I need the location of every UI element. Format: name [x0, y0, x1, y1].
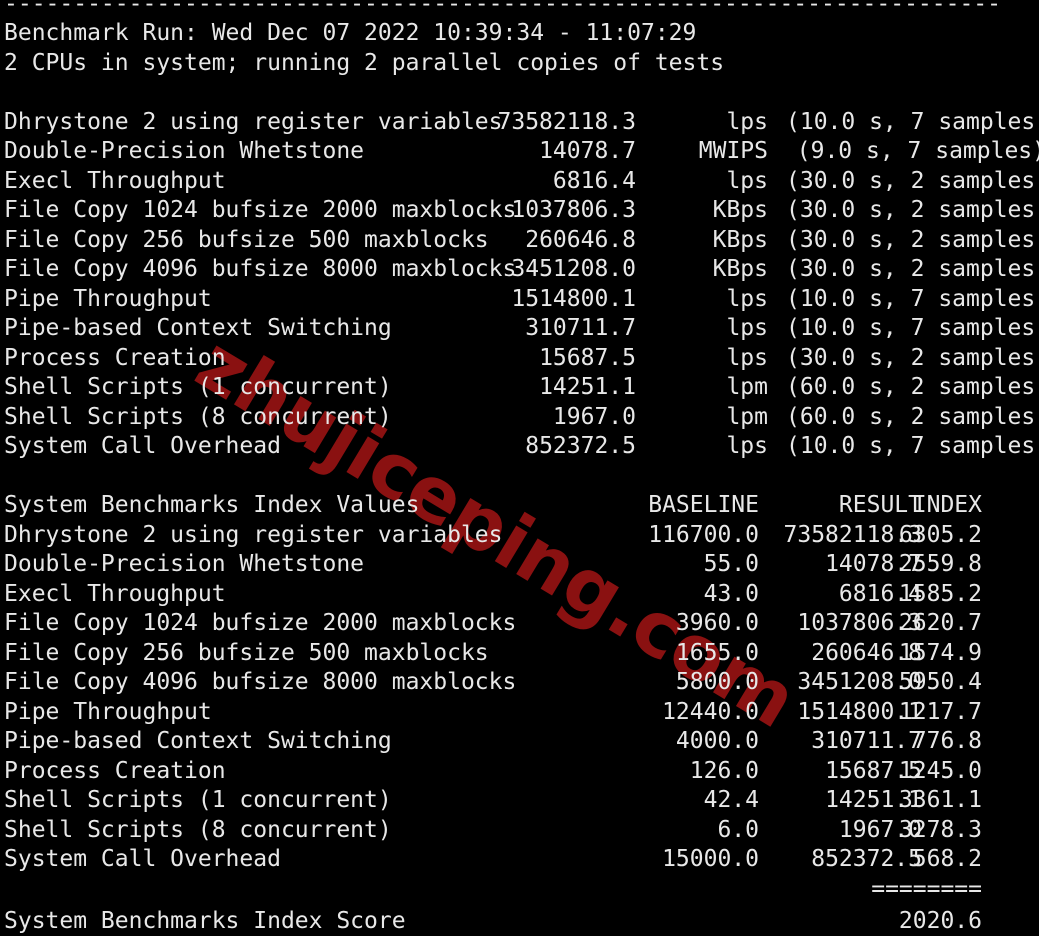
raw-result-samples: (30.0 s, 2 samples) [786, 226, 1039, 253]
raw-result-unit: lps [726, 344, 768, 371]
final-score-line: System Benchmarks Index Score 2020.6 [0, 907, 1039, 936]
raw-result-unit: lps [726, 167, 768, 194]
raw-result-value: 310711.7 [525, 315, 636, 341]
raw-result-samples: (9.0 s, 7 samples) [796, 138, 1039, 164]
raw-result-value: 260646.8 [525, 226, 636, 253]
raw-result-value: 1967.0 [552, 403, 636, 430]
index-row-index: 3361.1 [898, 787, 982, 813]
index-table-row: Process Creation 126.0 15687.5 1245.0 [0, 757, 1039, 787]
raw-result-unit: lpm [726, 403, 768, 430]
raw-result-samples: (30.0 s, 2 samples) [786, 197, 1039, 223]
raw-result-samples: (60.0 s, 2 samples) [786, 374, 1039, 400]
raw-result-value: 1514800.1 [511, 285, 636, 312]
index-table-row: File Copy 1024 bufsize 2000 maxblocks 396… [0, 609, 1039, 639]
raw-result-unit: KBps [712, 226, 768, 253]
cpu-count-line: 2 CPUs in system; running 2 parallel cop… [0, 49, 1039, 79]
raw-result-samples: (30.0 s, 2 samples) [786, 167, 1039, 194]
raw-result-samples: (10.0 s, 7 samples) [786, 315, 1039, 341]
raw-result-unit: lps [726, 285, 768, 312]
raw-result-row: Execl Throughput 6816.4 lps (30.0 s, 2 samp… [0, 167, 1039, 197]
terminal-output: ----------------------------------------… [0, 0, 1039, 934]
final-score-label: System Benchmarks Index Score [4, 907, 406, 934]
raw-result-value: 852372.5 [525, 433, 636, 459]
raw-result-row: Double-Precision Whetstone 14078.7 MWIPS (9… [0, 137, 1039, 167]
index-row-index: 1585.2 [898, 580, 982, 607]
raw-result-unit: lps [726, 108, 768, 135]
raw-result-row: File Copy 256 bufsize 500 maxblocks 26064… [0, 226, 1039, 256]
raw-result-samples: (60.0 s, 2 samples) [786, 403, 1039, 430]
index-row-index: 568.2 [912, 846, 982, 872]
benchmark-run-text: Benchmark Run: Wed Dec 07 2022 10:39:34 … [4, 20, 697, 46]
raw-result-unit: KBps [712, 197, 768, 223]
raw-result-value: 6816.4 [552, 167, 636, 194]
index-table-row: Pipe-based Context Switching 4000.0 310711… [0, 727, 1039, 757]
raw-result-samples: (10.0 s, 7 samples) [786, 285, 1039, 312]
raw-result-unit: MWIPS [698, 138, 768, 164]
index-row-label: Pipe Throughput [4, 698, 212, 725]
index-row-index: 2620.7 [898, 610, 982, 636]
index-row-label: Execl Throughput [4, 580, 226, 607]
raw-result-samples: (30.0 s, 2 samples) [786, 256, 1039, 282]
index-table-row: File Copy 4096 bufsize 8000 maxblocks 580… [0, 668, 1039, 698]
index-table-row: File Copy 256 bufsize 500 maxblocks 1655.… [0, 639, 1039, 669]
raw-result-value: 73582118.3 [497, 108, 636, 135]
index-table-row: Pipe Throughput 12440.0 1514800.1 1217.7 [0, 698, 1039, 728]
index-table-row: System Call Overhead 15000.0 852372.5 568.2 [0, 845, 1039, 875]
raw-result-row: Dhrystone 2 using register variables 7358… [0, 108, 1039, 138]
index-row-label: Process Creation [4, 757, 226, 784]
index-table-row: Dhrystone 2 using register variables 1167… [0, 521, 1039, 551]
raw-result-value: 1037806.3 [511, 197, 636, 223]
index-row-label: System Call Overhead [4, 846, 281, 872]
index-row-index: 3278.3 [898, 816, 982, 843]
index-row-index: 1245.0 [898, 757, 982, 784]
raw-result-row: File Copy 1024 bufsize 2000 maxblocks 103… [0, 196, 1039, 226]
index-table-row: Execl Throughput 43.0 6816.4 1585.2 [0, 580, 1039, 610]
index-row-index: 1574.9 [898, 639, 982, 666]
raw-result-samples: (10.0 s, 7 samples) [786, 108, 1039, 135]
raw-result-row: Pipe-based Context Switching 310711.7 lps(… [0, 314, 1039, 344]
top-separator-rule: ----------------------------------------… [4, 0, 1001, 17]
column-header-index: INDEX [912, 492, 982, 518]
raw-result-value: 14078.7 [539, 138, 636, 164]
score-separator: ======== [871, 875, 982, 902]
raw-result-value: 3451208.0 [511, 256, 636, 282]
index-row-index: 6305.2 [898, 521, 982, 548]
raw-result-unit: lps [726, 315, 768, 341]
raw-result-label: Execl Throughput [4, 167, 226, 194]
raw-result-row: Pipe Throughput 1514800.1 lps (10.0 s, 7 sa… [0, 285, 1039, 315]
raw-result-samples: (30.0 s, 2 samples) [786, 344, 1039, 371]
index-table-row: Double-Precision Whetstone 55.0 14078.7 255… [0, 550, 1039, 580]
raw-result-samples: (10.0 s, 7 samples) [786, 433, 1039, 459]
raw-result-unit: KBps [712, 256, 768, 282]
raw-result-row: Shell Scripts (8 concurrent) 1967.0 lpm (60… [0, 403, 1039, 433]
raw-result-unit: lpm [726, 374, 768, 400]
raw-result-value: 14251.1 [539, 374, 636, 400]
index-table-header: System Benchmarks Index Values BASELINE RE… [0, 491, 1039, 521]
raw-result-row: Shell Scripts (1 concurrent) 14251.1 lpm (6… [0, 373, 1039, 403]
raw-result-value: 15687.5 [539, 344, 636, 371]
benchmark-run-line: Benchmark Run: Wed Dec 07 2022 10:39:34 … [0, 19, 1039, 49]
index-table-row: Shell Scripts (1 concurrent) 42.4 14251.1 3… [0, 786, 1039, 816]
index-table-row: Shell Scripts (8 concurrent) 6.0 1967.0 327… [0, 816, 1039, 846]
score-separator-line: ======== [0, 875, 1039, 905]
cpu-count-text: 2 CPUs in system; running 2 parallel cop… [4, 49, 725, 76]
raw-result-row: File Copy 4096 bufsize 8000 maxblocks 345… [0, 255, 1039, 285]
raw-result-row: Process Creation 15687.5 lps (30.0 s, 2 sam… [0, 344, 1039, 374]
raw-result-row: System Call Overhead 852372.5 lps (10.0 s, … [0, 432, 1039, 462]
raw-result-unit: lps [726, 433, 768, 459]
raw-result-label: Pipe Throughput [4, 285, 212, 312]
index-row-index: 2559.8 [898, 551, 982, 577]
final-score-value: 2020.6 [898, 907, 982, 934]
index-row-index: 776.8 [912, 728, 982, 754]
index-row-index: 1217.7 [898, 698, 982, 725]
index-row-index: 5950.4 [898, 669, 982, 695]
raw-result-label: Process Creation [4, 344, 226, 371]
